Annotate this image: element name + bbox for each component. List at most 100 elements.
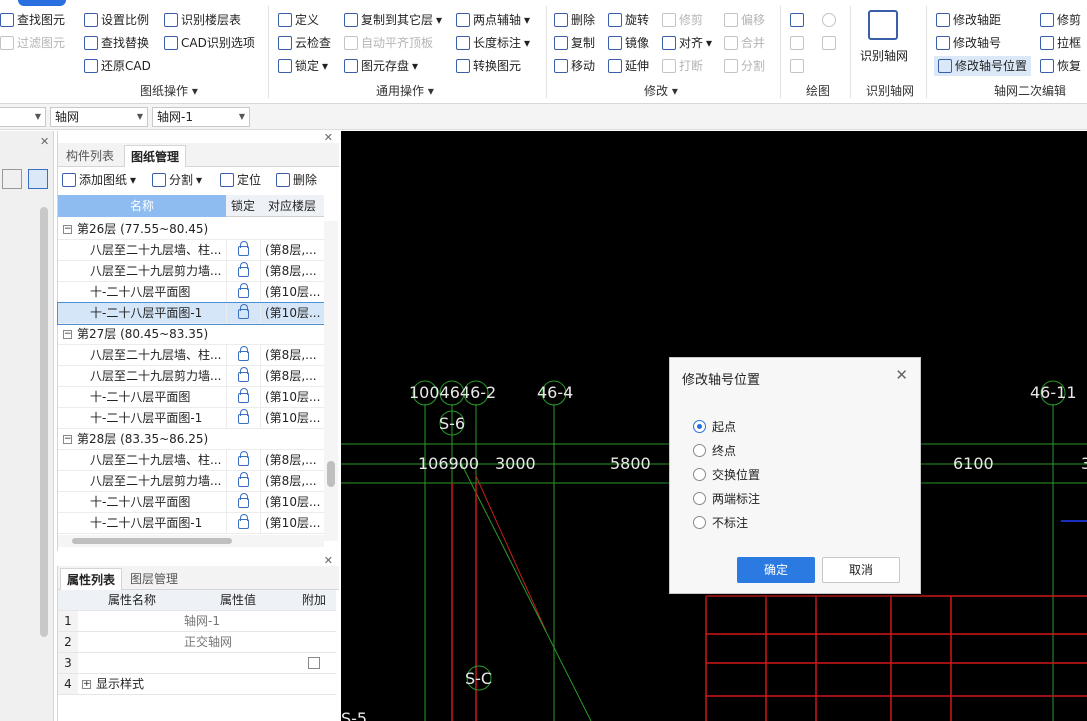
floor-group-row[interactable]: − 第27层 (80.45~83.35) [58,324,324,345]
convert-element-button[interactable]: 转换图元 [456,56,521,76]
cad-options-button[interactable]: CAD识别选项 [164,33,255,53]
property-row[interactable]: 1名称轴网-1 [58,611,336,632]
property-row[interactable]: 2轴网类型正交轴网 [58,632,336,653]
floor-group-row[interactable]: − 第26层 (77.55~80.45) [58,219,324,240]
tab-layer-manager[interactable]: 图层管理 [124,568,184,590]
close-icon[interactable]: ✕ [40,135,49,148]
drawing-row[interactable]: 十-二十八层平面图 (第10层... [58,282,324,303]
attach-checkbox[interactable] [308,657,320,669]
recognize-floor-table-button[interactable]: 识别楼层表 [164,10,241,30]
lock-icon[interactable] [238,451,249,466]
filter-element-button[interactable]: 过滤图元 [0,33,65,53]
rect-draw-button[interactable] [822,33,836,53]
length-dim-button[interactable]: 长度标注 ▾ [456,33,530,53]
scroll-thumb[interactable] [327,461,335,487]
detail-view-icon[interactable] [28,169,48,189]
split-drawing-button[interactable]: 分割 ▾ [152,171,202,188]
lock-icon[interactable] [238,283,249,298]
property-row[interactable]: 4 + 显示样式 [58,674,336,695]
lock-icon[interactable] [238,241,249,256]
lock-icon[interactable] [238,493,249,508]
column-lock[interactable]: 锁定 [226,195,260,217]
active-ribbon-tab[interactable] [18,0,66,6]
extend-button[interactable]: 延伸 [608,56,649,76]
set-scale-button[interactable]: 设置比例 [84,10,149,30]
drawing-row[interactable]: 八层至二十九层剪力墙... (第8层,... [58,471,324,492]
drawing-row[interactable]: 八层至二十九层墙、柱... (第8层,... [58,345,324,366]
hscrollbar[interactable] [58,535,324,547]
collapse-icon[interactable]: − [63,435,72,444]
drawing-row[interactable]: 十-二十八层平面图-1 (第10层... [58,513,324,534]
restore-button[interactable]: 恢复 [1040,56,1081,76]
copy-button[interactable]: 复制 [554,33,595,53]
lock-icon[interactable] [238,346,249,361]
circle-draw-button[interactable] [822,10,836,30]
collapse-icon[interactable]: − [63,330,72,339]
column-floor[interactable]: 对应楼层 [260,195,324,217]
offset-button[interactable]: 偏移 [724,10,765,30]
move-button[interactable]: 移动 [554,56,595,76]
edit-axis-number-button[interactable]: 修改轴号 [936,33,1001,53]
auto-align-button[interactable]: 自动平齐顶板 [344,33,433,53]
radio-option[interactable]: 终点 [693,442,736,459]
close-icon[interactable]: ✕ [895,366,908,384]
expand-icon[interactable]: + [82,680,91,689]
add-drawing-button[interactable]: 添加图纸 ▾ [62,171,136,188]
property-row[interactable]: 3备注 [58,653,336,674]
element-save-button[interactable]: 图元存盘 ▾ [344,56,418,76]
lock-button[interactable]: 锁定 ▾ [278,56,328,76]
define-button[interactable]: 定义 [278,10,319,30]
find-replace-button[interactable]: 查找替换 [84,33,149,53]
lock-icon[interactable] [238,514,249,529]
collapse-icon[interactable]: − [63,225,72,234]
edit-axis-number-position-button[interactable]: 修改轴号位置 [934,56,1032,76]
type-combo[interactable]: 轴网 ▼ [50,107,148,127]
arc-draw-button[interactable] [790,56,804,76]
align-button[interactable]: 对齐 ▾ [662,33,712,53]
tab-property-list[interactable]: 属性列表 [60,568,123,590]
ok-button[interactable]: 确定 [737,557,815,583]
rotate-button[interactable]: 旋转 [608,10,649,30]
column-name[interactable]: 名称 [58,195,226,217]
point-draw-button[interactable] [790,10,804,30]
radio-option[interactable]: 不标注 [693,514,748,531]
drawing-row[interactable]: 十-二十八层平面图 (第10层... [58,387,324,408]
delete-button[interactable]: 删除 [554,10,595,30]
scrollbar[interactable] [324,221,338,541]
mirror-button[interactable]: 镜像 [608,33,649,53]
line-draw-button[interactable] [790,33,804,53]
radio-option[interactable]: 起点 [693,418,736,435]
drawing-row[interactable]: 八层至二十九层墙、柱... (第8层,... [58,450,324,471]
radio-icon[interactable] [693,444,706,457]
cloud-check-button[interactable]: 云检查 [278,33,331,53]
drawing-row[interactable]: 十-二十八层平面图-1 (第10层... [58,408,324,429]
lock-icon[interactable] [238,472,249,487]
cancel-button[interactable]: 取消 [822,557,900,583]
tab-component-list[interactable]: 构件列表 [60,145,120,167]
split-button[interactable]: 分割 [724,56,765,76]
list-view-icon[interactable] [2,169,22,189]
recognize-axis-button[interactable]: 识别轴网 [860,46,908,66]
box-select-button[interactable]: 拉框 [1040,33,1081,53]
radio-icon[interactable] [693,492,706,505]
drawing-row[interactable]: 八层至二十九层剪力墙... (第8层,... [58,366,324,387]
lock-icon[interactable] [238,409,249,424]
merge-button[interactable]: 合并 [724,33,765,53]
edit-axis-distance-button[interactable]: 修改轴距 [936,10,1001,30]
radio-option[interactable]: 交换位置 [693,466,760,483]
axis-trim-button[interactable]: 修剪 [1040,10,1081,30]
restore-cad-button[interactable]: 还原CAD [84,56,151,76]
hscroll-thumb[interactable] [72,538,232,544]
lock-icon[interactable] [238,262,249,277]
element-combo[interactable]: 轴网-1 ▼ [152,107,250,127]
category-combo[interactable]: ▼ [0,107,46,127]
radio-icon[interactable] [693,420,706,433]
drawing-row[interactable]: 八层至二十九层墙、柱... (第8层,... [58,240,324,261]
tab-drawing-manager[interactable]: 图纸管理 [124,145,187,167]
find-element-button[interactable]: 查找图元 [0,10,65,30]
lock-icon[interactable] [238,388,249,403]
lock-icon[interactable] [238,304,249,319]
radio-icon[interactable] [693,516,706,529]
drawing-row[interactable]: 八层至二十九层剪力墙... (第8层,... [58,261,324,282]
lock-icon[interactable] [238,367,249,382]
